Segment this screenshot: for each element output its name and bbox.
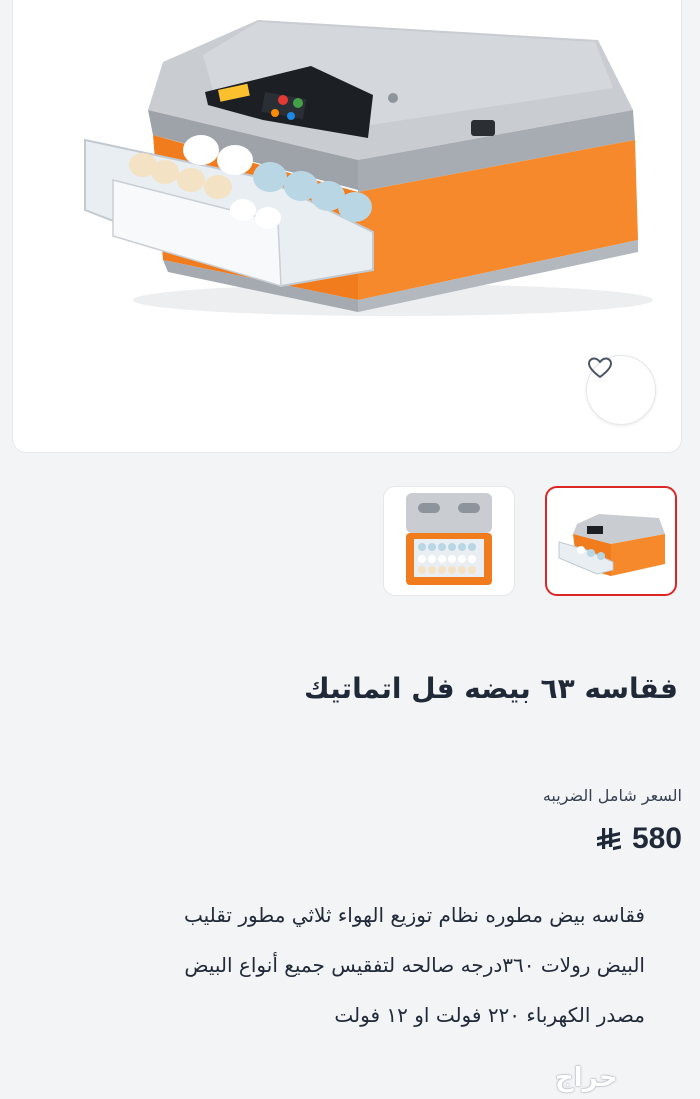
haraj-watermark: حراج — [555, 1063, 618, 1093]
thumbnail-incubator-front[interactable] — [545, 486, 677, 596]
description-line: مصدر الكهرباء ٢٢٠ فولت او ١٢ فولت — [334, 1003, 645, 1027]
product-title: فقاسه ٦٣ بيضه فل اتماتيك — [304, 672, 678, 705]
thumbnail-image — [558, 514, 665, 576]
price: 580 — [596, 822, 682, 856]
thumbnail-incubator-open-top[interactable] — [383, 486, 515, 596]
product-image-card[interactable] — [12, 0, 682, 453]
riyal-symbol-icon — [596, 828, 621, 851]
description-line: البيض رولات ٣٦٠درجه صالحه لتفقيس جميع أن… — [184, 953, 645, 977]
product-description: فقاسه بيض مطوره نظام توزيع الهواء ثلاثي … — [45, 890, 645, 1040]
incubator-image — [84, 20, 653, 316]
thumbnail-image — [406, 493, 492, 585]
price-tax-label: السعر شامل الضريبه — [542, 786, 682, 805]
description-line: فقاسه بيض مطوره نظام توزيع الهواء ثلاثي … — [183, 903, 645, 927]
favorite-button[interactable] — [586, 355, 656, 425]
heart-outline-icon — [588, 357, 612, 378]
price-value: 580 — [631, 822, 682, 855]
